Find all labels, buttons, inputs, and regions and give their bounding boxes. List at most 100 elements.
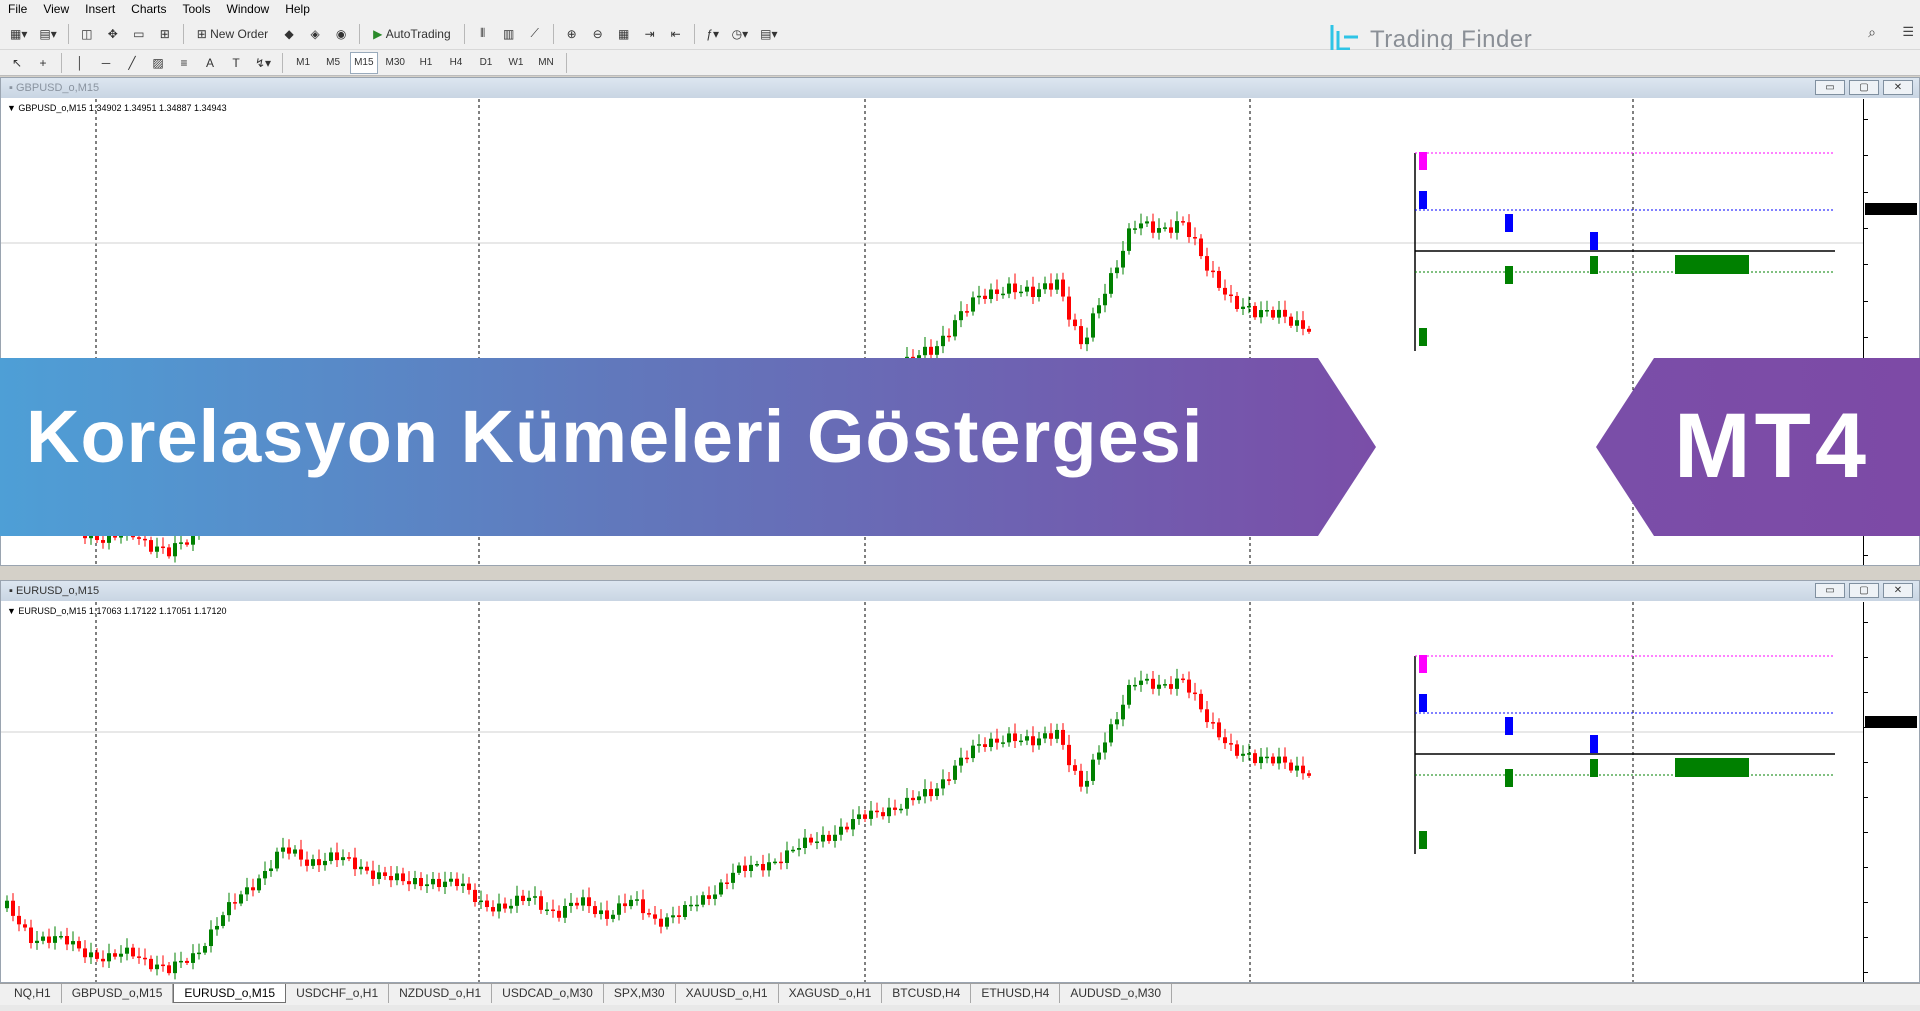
new-chart-icon[interactable]: ▦▾ [6, 23, 31, 45]
fibonacci-icon[interactable]: ≡ [173, 52, 195, 74]
tab-gbpusd-m15[interactable]: GBPUSD_o,M15 [62, 984, 174, 1003]
market-icon[interactable]: ◈ [304, 23, 326, 45]
label-icon[interactable]: T [225, 52, 247, 74]
timeframe-mn[interactable]: MN [533, 52, 559, 74]
search-icon[interactable]: ⌕ [1868, 24, 1876, 41]
text-icon[interactable]: A [199, 52, 221, 74]
candle-body [743, 865, 747, 871]
price-axis[interactable] [1863, 602, 1919, 982]
tile-windows-icon[interactable]: ▦ [613, 23, 635, 45]
candle-body [155, 546, 159, 552]
indicators-icon[interactable]: ƒ▾ [702, 23, 724, 45]
candle-body [1025, 736, 1029, 741]
chart-area[interactable]: ▼ EURUSD_o,M15 1.17063 1.17122 1.17051 1… [1, 602, 1863, 982]
chart-window-eurusd[interactable]: ▪ EURUSD_o,M15 ▭ ▢ ✕ ▼ EURUSD_o,M15 1.17… [0, 580, 1920, 983]
periods-icon[interactable]: ◷▾ [728, 23, 753, 45]
menu-window[interactable]: Window [219, 2, 278, 16]
menu-charts[interactable]: Charts [123, 2, 174, 16]
candle-body [371, 870, 375, 879]
auto-trading-button[interactable]: ▶ AutoTrading [367, 23, 457, 45]
candle-body [1247, 305, 1251, 308]
chart-tabs: NQ,H1 GBPUSD_o,M15 EURUSD_o,M15 USDCHF_o… [0, 983, 1920, 1005]
candle-body [695, 904, 699, 907]
arrows-icon[interactable]: ↯▾ [251, 52, 275, 74]
candle-body [863, 814, 867, 819]
horizontal-line-icon[interactable]: ─ [95, 52, 117, 74]
navigator-icon[interactable]: ✥ [102, 23, 124, 45]
zoom-out-icon[interactable]: ⊖ [587, 23, 609, 45]
timeframe-m1[interactable]: M1 [290, 52, 316, 74]
tab-ethusd-h4[interactable]: ETHUSD,H4 [971, 984, 1061, 1003]
timeframe-h1[interactable]: H1 [413, 52, 439, 74]
candle-body [1079, 770, 1083, 787]
candle-body [503, 903, 507, 909]
menu-view[interactable]: View [35, 2, 77, 16]
minimize-button[interactable]: ▭ [1815, 583, 1845, 598]
tab-btcusd-h4[interactable]: BTCUSD,H4 [882, 984, 972, 1003]
maximize-button[interactable]: ▢ [1849, 80, 1879, 95]
bar-chart-icon[interactable]: ⫴ [472, 23, 494, 45]
signals-icon[interactable]: ◉ [330, 23, 352, 45]
autoscroll-icon[interactable]: ⇥ [639, 23, 661, 45]
minimize-button[interactable]: ▭ [1815, 80, 1845, 95]
profiles-icon[interactable]: ▤▾ [35, 23, 60, 45]
candle-body [293, 849, 297, 854]
candle-body [287, 847, 291, 854]
candle-body [1265, 756, 1269, 759]
tab-xagusd-h1[interactable]: XAGUSD_o,H1 [779, 984, 883, 1003]
candle-body [497, 903, 501, 912]
strategy-tester-icon[interactable]: ⊞ [154, 23, 176, 45]
candle-body [65, 936, 69, 945]
crosshair-icon[interactable]: + [32, 52, 54, 74]
tab-nzdusd-h1[interactable]: NZDUSD_o,H1 [389, 984, 493, 1003]
tab-eurusd-m15[interactable]: EURUSD_o,M15 [173, 984, 287, 1003]
candle-body [299, 849, 303, 860]
candle-body [185, 960, 189, 963]
candle-body [911, 797, 915, 801]
tab-nq-h1[interactable]: NQ,H1 [4, 984, 62, 1003]
tab-usdcad-m30[interactable]: USDCAD_o,M30 [492, 984, 604, 1003]
timeframe-m30[interactable]: M30 [382, 52, 409, 74]
folder-icon[interactable]: ▭ [128, 23, 150, 45]
zoom-in-icon[interactable]: ⊕ [561, 23, 583, 45]
candle-body [191, 953, 195, 963]
candle-body [641, 899, 645, 914]
channel-icon[interactable]: ▨ [147, 52, 169, 74]
tab-spx-m30[interactable]: SPX,M30 [604, 984, 676, 1003]
tab-usdchf-h1[interactable]: USDCHF_o,H1 [286, 984, 390, 1003]
candle-body [1121, 704, 1125, 720]
templates-icon[interactable]: ▤▾ [756, 23, 781, 45]
vertical-line-icon[interactable]: │ [69, 52, 91, 74]
candle-body [311, 859, 315, 866]
cursor-icon[interactable]: ↖ [6, 52, 28, 74]
meta-editor-icon[interactable]: ◆ [278, 23, 300, 45]
new-order-button[interactable]: ⊞ New Order [191, 23, 274, 45]
candle-body [347, 857, 351, 859]
timeframe-m15[interactable]: M15 [350, 51, 378, 74]
chart-shift-icon[interactable]: ⇤ [665, 23, 687, 45]
candle-body [1037, 738, 1041, 746]
menu-tools[interactable]: Tools [175, 2, 219, 16]
trendline-icon[interactable]: ╱ [121, 52, 143, 74]
timeframe-w1[interactable]: W1 [503, 52, 529, 74]
maximize-button[interactable]: ▢ [1849, 583, 1879, 598]
timeframe-h4[interactable]: H4 [443, 52, 469, 74]
candle-body [761, 863, 765, 871]
menu-insert[interactable]: Insert [77, 2, 123, 16]
timeframe-m5[interactable]: M5 [320, 52, 346, 74]
community-icon[interactable]: ☰ [1902, 24, 1914, 40]
tab-audusd-m30[interactable]: AUDUSD_o,M30 [1060, 984, 1173, 1003]
candle-body [251, 887, 255, 891]
market-watch-icon[interactable]: ◫ [76, 23, 98, 45]
tab-xauusd-h1[interactable]: XAUUSD_o,H1 [676, 984, 779, 1003]
chart-window-title: ▪ GBPUSD_o,M15 ▭ ▢ ✕ [1, 78, 1919, 98]
menu-help[interactable]: Help [277, 2, 318, 16]
candle-body [1139, 223, 1143, 229]
candle-body [101, 958, 105, 962]
line-chart-icon[interactable]: ⟋ [524, 23, 546, 45]
close-button[interactable]: ✕ [1883, 80, 1913, 95]
close-button[interactable]: ✕ [1883, 583, 1913, 598]
menu-file[interactable]: File [0, 2, 35, 16]
timeframe-d1[interactable]: D1 [473, 52, 499, 74]
candlestick-icon[interactable]: ▥ [498, 23, 520, 45]
